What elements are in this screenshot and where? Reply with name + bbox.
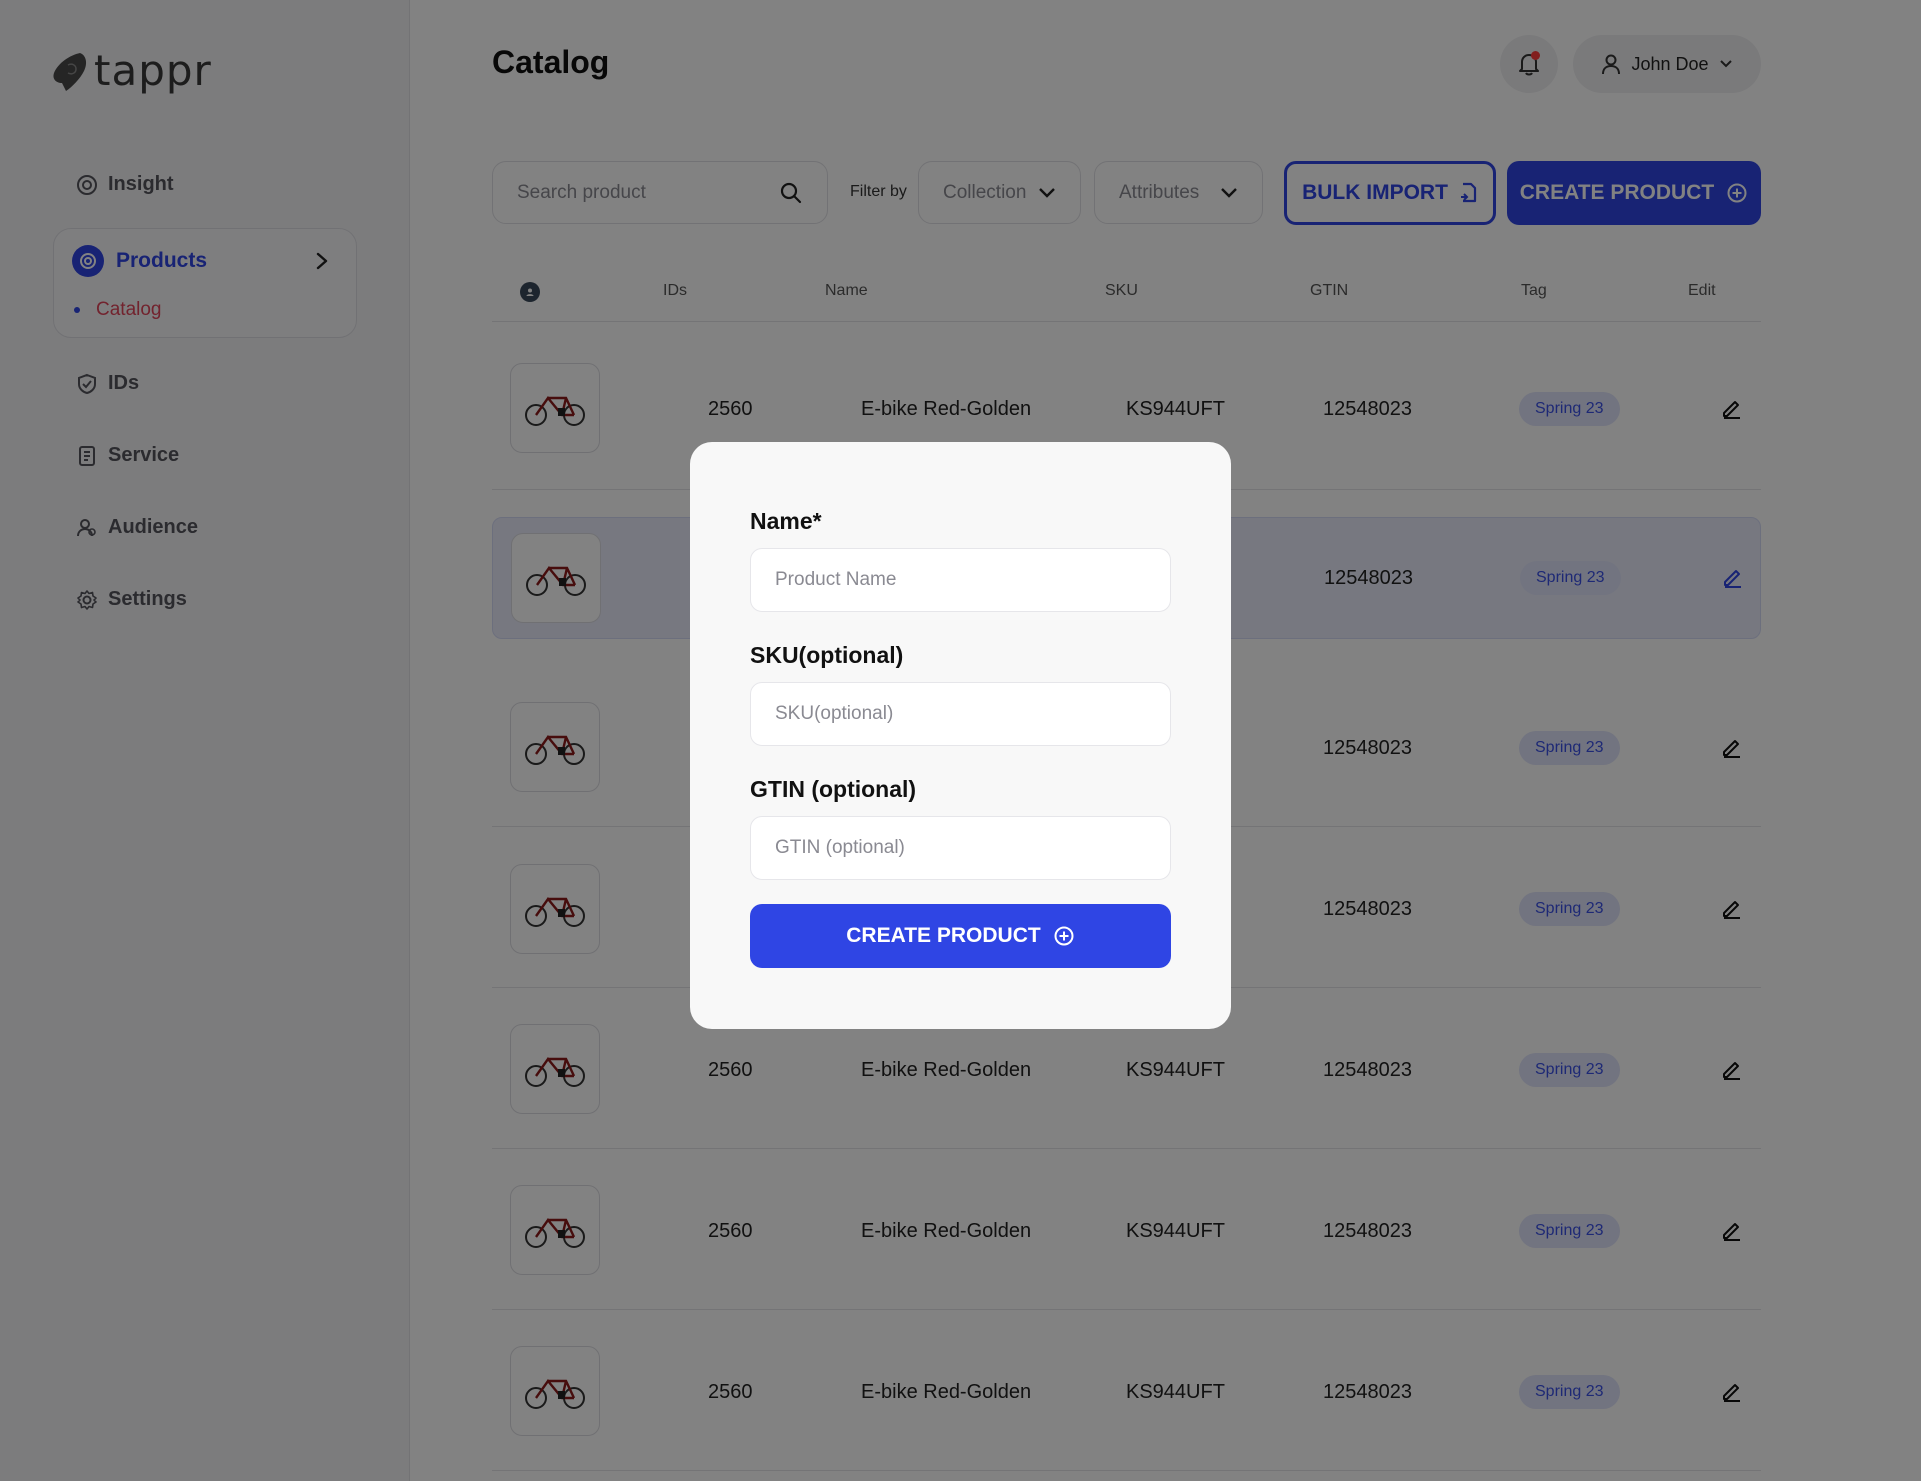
name-field-label: Name* bbox=[750, 508, 822, 534]
product-name-input[interactable] bbox=[750, 548, 1171, 612]
sku-field-label: SKU(optional) bbox=[750, 642, 904, 668]
gtin-field-label: GTIN (optional) bbox=[750, 776, 917, 802]
modal-create-product-label: CREATE PRODUCT bbox=[846, 924, 1041, 947]
plus-circle-icon bbox=[1054, 926, 1074, 946]
modal-create-product-button[interactable]: CREATE PRODUCT bbox=[750, 904, 1171, 968]
sku-input[interactable] bbox=[750, 682, 1171, 746]
create-product-modal: Name* SKU(optional) GTIN (optional) CREA… bbox=[690, 442, 1231, 1029]
gtin-input[interactable] bbox=[750, 816, 1171, 880]
